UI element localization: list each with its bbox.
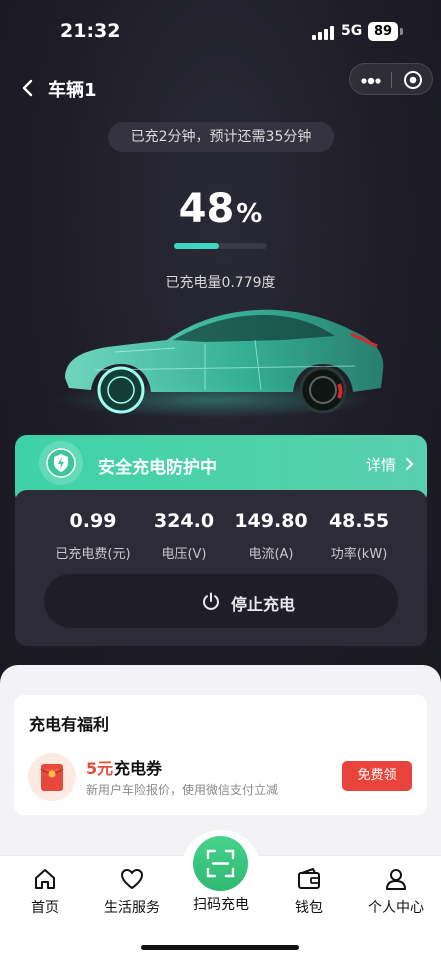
heart-icon <box>121 869 143 889</box>
power-icon <box>203 592 219 610</box>
tab-wallet-label: 钱包 <box>295 900 323 916</box>
stat-power-label: 功率(kW) <box>330 547 388 562</box>
tab-life-services-label: 生活服务 <box>104 900 160 916</box>
car-illustration <box>55 309 384 418</box>
coupon-amount: 5元 <box>86 759 114 778</box>
stat-fee-value: 0.99 <box>69 510 117 532</box>
home-indicator <box>141 945 299 950</box>
shield-badge <box>39 441 83 485</box>
charged-energy: 已充电量0.779度 <box>165 275 276 291</box>
tab-home-label: 首页 <box>31 900 59 916</box>
network-type: 5G <box>341 23 363 39</box>
stop-charging-button[interactable]: 停止充电 <box>44 574 398 628</box>
shield-lightning-icon <box>46 448 76 478</box>
stat-fee: 0.99 已充电费(元) <box>43 510 143 562</box>
more-icon[interactable] <box>360 73 382 87</box>
safety-status-text: 安全充电防护中 <box>98 458 217 478</box>
coupon-name: 充电券 <box>114 759 163 778</box>
stat-current-label: 电流(A) <box>248 547 294 562</box>
stat-power: 48.55 功率(kW) <box>309 510 409 562</box>
benefit-card: 充电有福利 5元 充电券 新用户车险报价，使用微信支付立减 免费领 <box>14 695 427 815</box>
detail-link[interactable]: 详情 <box>366 454 396 475</box>
charge-progress-bar <box>174 243 267 249</box>
stat-fee-label: 已充电费(元) <box>55 547 131 562</box>
tab-profile[interactable]: 个人中心 <box>351 866 441 917</box>
battery-icon: 89 <box>368 22 398 41</box>
battery-tip <box>400 28 403 35</box>
stat-voltage: 324.0 电压(V) <box>134 510 234 562</box>
percent-unit: % <box>236 199 263 229</box>
tab-home[interactable]: 首页 <box>0 866 90 917</box>
benefit-title: 充电有福利 <box>29 715 110 734</box>
stop-charging-label: 停止充电 <box>231 595 296 614</box>
home-icon <box>35 869 55 889</box>
capsule-divider <box>391 72 392 88</box>
stat-power-value: 48.55 <box>328 510 390 532</box>
claim-coupon-button[interactable]: 免费领 <box>342 761 412 791</box>
red-envelope-icon <box>28 753 76 801</box>
stat-current: 149.80 电流(A) <box>221 510 321 562</box>
chevron-right-icon <box>406 458 414 470</box>
chevron-left-icon <box>22 79 33 97</box>
signal-icon <box>312 26 336 40</box>
status-time: 21:32 <box>60 20 121 42</box>
tab-profile-label: 个人中心 <box>368 900 424 916</box>
stat-voltage-value: 324.0 <box>153 510 215 532</box>
tab-scan-charge-label[interactable]: 扫码充电 <box>166 894 276 914</box>
stat-voltage-label: 电压(V) <box>161 547 207 562</box>
close-target-icon[interactable] <box>403 70 423 90</box>
charge-percent: 48% <box>0 186 441 232</box>
stat-current-value: 149.80 <box>234 510 308 532</box>
charge-time-info: 已充2分钟，预计还需35分钟 <box>108 122 334 152</box>
page-title: 车辆1 <box>48 80 97 101</box>
charge-progress-fill <box>174 243 219 249</box>
tab-wallet[interactable]: 钱包 <box>264 866 354 917</box>
tab-scan-charge[interactable] <box>193 836 248 891</box>
percent-value: 48 <box>178 186 235 232</box>
coupon-description: 新用户车险报价，使用微信支付立减 <box>86 783 279 797</box>
wallet-icon <box>298 868 320 889</box>
mini-program-capsule <box>349 63 433 95</box>
scan-icon <box>206 849 235 878</box>
tab-life-services[interactable]: 生活服务 <box>87 866 177 917</box>
status-bar: 21:32 5G 89 <box>0 0 441 62</box>
user-icon <box>386 869 406 890</box>
charging-stats-card: 0.99 已充电费(元) 324.0 电压(V) 149.80 电流(A) 48… <box>15 490 427 646</box>
back-button[interactable] <box>16 74 42 102</box>
